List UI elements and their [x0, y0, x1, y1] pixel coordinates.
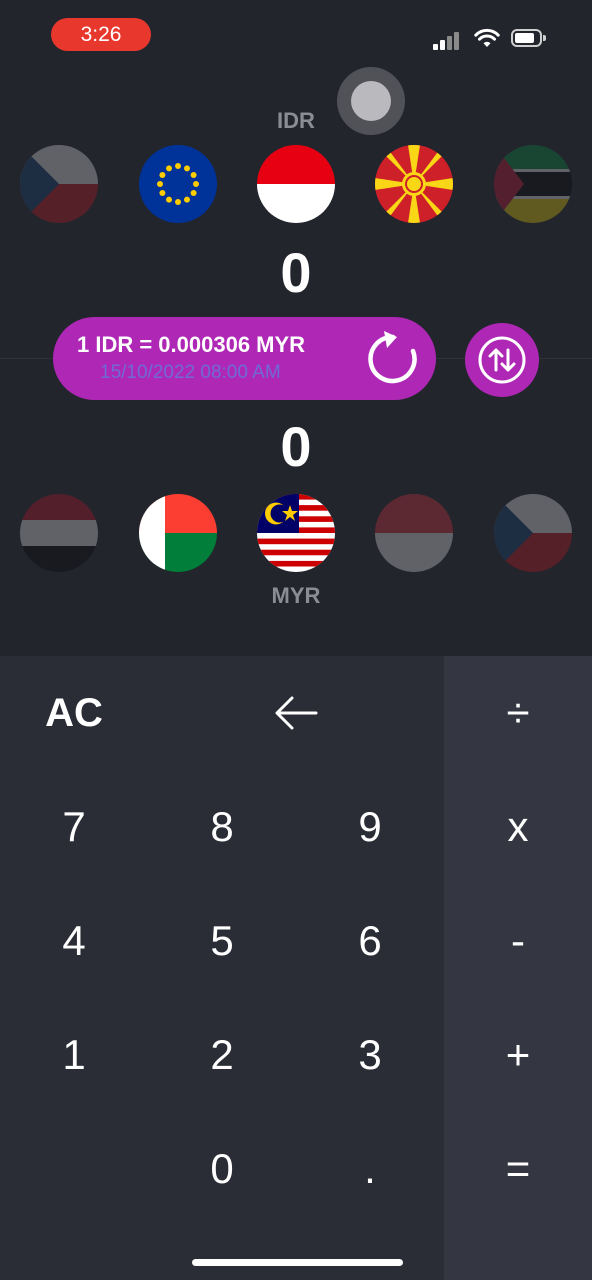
divide-button[interactable]: ÷: [444, 656, 592, 770]
backspace-icon: [275, 696, 318, 730]
to-currency-code: MYR: [271, 583, 321, 608]
battery-icon: [511, 29, 546, 47]
digit-1-button[interactable]: 1: [0, 998, 148, 1112]
digit-2-button[interactable]: 2: [148, 998, 296, 1112]
status-time[interactable]: 3:26: [51, 18, 151, 51]
from-amount-display[interactable]: 0: [0, 240, 592, 305]
multiply-button[interactable]: x: [444, 770, 592, 884]
singapore-flag-icon[interactable]: [375, 494, 453, 572]
minus-button[interactable]: -: [444, 884, 592, 998]
digit-0-button[interactable]: 0: [148, 1112, 296, 1226]
plus-button[interactable]: +: [444, 998, 592, 1112]
cellular-signal-icon: [433, 30, 463, 50]
mozambique-flag-icon[interactable]: [494, 145, 572, 223]
digit-6-button[interactable]: 6: [296, 884, 444, 998]
digit-3-button[interactable]: 3: [296, 998, 444, 1112]
yemen-flag-icon[interactable]: [20, 494, 98, 572]
madagascar-flag-icon[interactable]: [139, 494, 217, 572]
czech-flag-icon[interactable]: [20, 145, 98, 223]
equals-button[interactable]: =: [444, 1112, 592, 1226]
exchange-rate-text: 1 IDR = 0.000306 MYR: [77, 332, 306, 357]
from-currency-code: IDR: [277, 108, 315, 133]
digit-9-button[interactable]: 9: [296, 770, 444, 884]
refresh-icon[interactable]: [365, 331, 421, 387]
clear-button[interactable]: AC: [0, 656, 148, 770]
backspace-button[interactable]: [222, 656, 370, 770]
digit-4-button[interactable]: 4: [0, 884, 148, 998]
malaysia-flag-icon[interactable]: [257, 494, 335, 572]
indonesia-flag-icon[interactable]: [257, 145, 335, 223]
home-indicator[interactable]: [192, 1259, 403, 1266]
decimal-point-button[interactable]: .: [296, 1112, 444, 1226]
north-macedonia-flag-icon[interactable]: [375, 145, 453, 223]
swap-arrows-icon: [478, 336, 526, 384]
to-amount-display[interactable]: 0: [0, 414, 592, 479]
digit-5-button[interactable]: 5: [148, 884, 296, 998]
rate-updated-time: 15/10/2022 08:00 AM: [100, 362, 281, 383]
exchange-rate-pill[interactable]: 1 IDR = 0.000306 MYR 15/10/2022 08:00 AM: [53, 317, 436, 400]
czech-flag-icon[interactable]: [494, 494, 572, 572]
digit-8-button[interactable]: 8: [148, 770, 296, 884]
eu-flag-icon[interactable]: [139, 145, 217, 223]
keypad: AC ÷ 7 8 9 x 4 5 6 - 1 2 3 + 0 . =: [0, 656, 592, 1280]
digit-7-button[interactable]: 7: [0, 770, 148, 884]
wifi-icon: [474, 28, 500, 47]
status-bar: 3:26: [0, 0, 592, 74]
swap-currencies-button[interactable]: [465, 323, 539, 397]
